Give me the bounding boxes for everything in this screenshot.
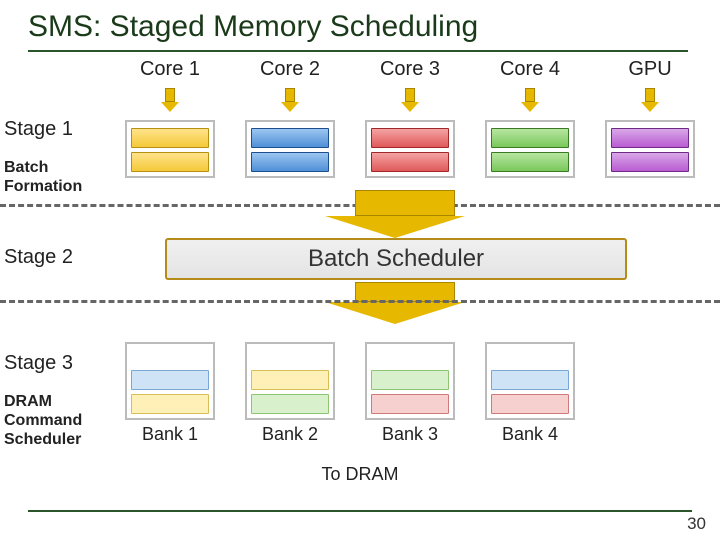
core-label: Core 1 — [110, 58, 230, 81]
bottom-underline — [28, 510, 692, 512]
queue-bar — [371, 128, 449, 148]
core-label: Core 2 — [230, 58, 350, 81]
bank-queue — [485, 342, 575, 420]
stage1-sublabel-2: Formation — [4, 178, 82, 195]
slide-title: SMS: Staged Memory Scheduling — [0, 0, 720, 50]
core-label: Core 3 — [350, 58, 470, 81]
core-label: Core 4 — [470, 58, 590, 81]
queue-bar — [371, 370, 449, 390]
queue-bar — [611, 128, 689, 148]
core-labels-row: Core 1 Core 2 Core 3 Core 4 GPU — [110, 58, 710, 81]
queue-bar — [131, 370, 209, 390]
batch-scheduler-label: Batch Scheduler — [308, 245, 484, 273]
core-label: GPU — [590, 58, 710, 81]
stage1-label: Stage 1 — [4, 118, 73, 141]
arrow-down-icon — [161, 88, 179, 112]
queue-bar — [251, 394, 329, 414]
to-dram-label: To DRAM — [0, 464, 720, 485]
queue-bar — [251, 152, 329, 172]
queue-bar — [611, 152, 689, 172]
core-queue — [485, 120, 575, 178]
arrow-big-down-icon — [345, 190, 465, 238]
bank-label: Bank 4 — [502, 424, 558, 445]
queue-bar — [131, 394, 209, 414]
arrow-down-icon — [281, 88, 299, 112]
divider-dashed — [0, 300, 720, 303]
stage3-sublabel-1: DRAM — [4, 393, 52, 410]
arrow-down-icon — [401, 88, 419, 112]
bank-label: Bank 1 — [142, 424, 198, 445]
queue-bar — [251, 370, 329, 390]
queue-bar — [131, 128, 209, 148]
stage3-sublabel-2: Command — [4, 412, 82, 429]
bank-label: Bank 2 — [262, 424, 318, 445]
arrow-down-icon — [521, 88, 539, 112]
core-queue — [245, 120, 335, 178]
bank-queue — [365, 342, 455, 420]
stage3-label: Stage 3 — [4, 352, 73, 375]
stage2-label: Stage 2 — [4, 246, 73, 269]
core-arrows-row — [110, 88, 710, 112]
core-queue — [365, 120, 455, 178]
stage3-sublabel-3: Scheduler — [4, 431, 81, 448]
page-number: 30 — [687, 514, 706, 534]
stage1-queues — [110, 120, 710, 178]
queue-bar — [131, 152, 209, 172]
bank-queues-row: Bank 1 Bank 2 Bank 3 Bank 4 — [110, 342, 710, 445]
bank-queue — [245, 342, 335, 420]
batch-scheduler-box: Batch Scheduler — [165, 238, 627, 280]
bank-label: Bank 3 — [382, 424, 438, 445]
stage1-sublabel: Batch Formation — [4, 158, 82, 196]
queue-bar — [491, 152, 569, 172]
queue-bar — [371, 394, 449, 414]
core-queue — [125, 120, 215, 178]
queue-bar — [491, 370, 569, 390]
queue-bar — [491, 128, 569, 148]
bank-queue — [125, 342, 215, 420]
stage3-sublabel: DRAM Command Scheduler — [4, 392, 82, 450]
arrow-down-icon — [641, 88, 659, 112]
queue-bar — [371, 152, 449, 172]
stage1-sublabel-1: Batch — [4, 159, 48, 176]
queue-bar — [251, 128, 329, 148]
queue-bar — [491, 394, 569, 414]
arrow-big-down-icon — [345, 282, 465, 324]
core-queue — [605, 120, 695, 178]
title-underline — [28, 50, 688, 52]
